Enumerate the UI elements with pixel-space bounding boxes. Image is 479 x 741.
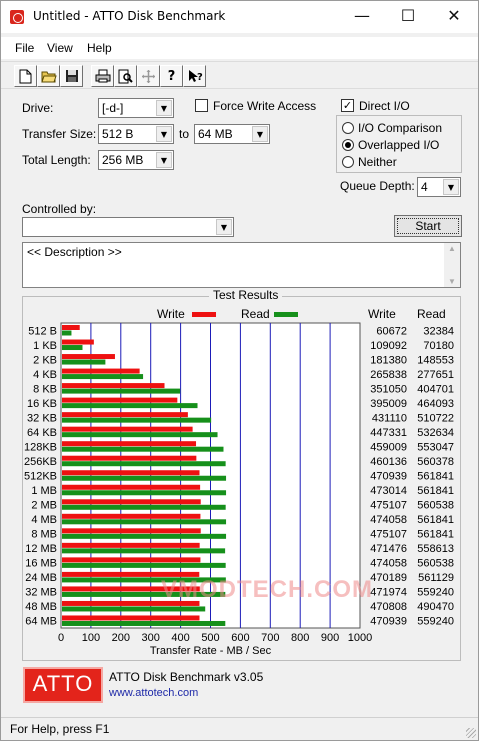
move-icon[interactable] xyxy=(137,65,160,87)
start-button-label: Start xyxy=(397,218,459,234)
queue-depth-value: 4 xyxy=(421,180,428,194)
to-label: to xyxy=(179,127,190,141)
version-text: ATTO Disk Benchmark v3.05 xyxy=(109,670,264,684)
write-legend-label: Write xyxy=(157,307,185,321)
overlapped-io-label: Overlapped I/O xyxy=(358,138,440,152)
read-column-header: Read xyxy=(417,307,446,321)
chevron-down-icon[interactable]: ▼ xyxy=(216,219,232,235)
status-bar: For Help, press F1 xyxy=(1,717,478,740)
total-length-select[interactable]: 256 MB ▼ xyxy=(98,150,174,170)
minimize-button[interactable]: — xyxy=(339,1,385,33)
write-legend-swatch xyxy=(192,312,216,317)
chevron-down-icon[interactable]: ▼ xyxy=(443,179,459,195)
controlled-by-select[interactable]: ▼ xyxy=(22,217,234,237)
status-text: For Help, press F1 xyxy=(10,722,110,736)
save-icon[interactable] xyxy=(60,65,83,87)
new-icon[interactable] xyxy=(14,65,37,87)
neither-radio[interactable] xyxy=(342,156,354,168)
controlled-by-label: Controlled by: xyxy=(22,202,97,216)
scroll-down-icon[interactable]: ▼ xyxy=(448,277,456,286)
io-comparison-radio[interactable] xyxy=(342,122,354,134)
total-length-value: 256 MB xyxy=(102,153,144,167)
read-legend-swatch xyxy=(274,312,298,317)
force-write-checkbox[interactable] xyxy=(195,99,208,112)
chevron-down-icon[interactable]: ▼ xyxy=(156,100,172,116)
maximize-button[interactable]: ☐ xyxy=(385,1,431,33)
watermark: VMODTECH.COM xyxy=(161,576,373,603)
print-preview-icon[interactable] xyxy=(114,65,137,87)
close-button[interactable]: ✕ xyxy=(431,1,477,33)
transfer-from-value: 512 B xyxy=(102,127,134,141)
chevron-down-icon[interactable]: ▼ xyxy=(156,126,172,142)
svg-text:?: ? xyxy=(197,72,203,83)
description-text: << Description >> xyxy=(27,245,122,259)
transfer-from-select[interactable]: 512 B ▼ xyxy=(98,124,174,144)
help-icon[interactable]: ? xyxy=(160,65,183,87)
resize-grip[interactable] xyxy=(466,728,476,738)
force-write-label: Force Write Access xyxy=(213,99,317,113)
description-scrollbar[interactable]: ▲ ▼ xyxy=(444,243,460,287)
transfer-to-value: 64 MB xyxy=(198,127,233,141)
direct-io-checkbox[interactable]: ✓ xyxy=(341,99,354,112)
start-button[interactable]: Start xyxy=(394,215,462,237)
overlapped-io-radio[interactable] xyxy=(342,139,354,151)
menu-file[interactable]: File xyxy=(15,41,34,55)
app-window: Untitled - ATTO Disk Benchmark — ☐ ✕ Fil… xyxy=(0,0,479,741)
queue-depth-select[interactable]: 4 ▼ xyxy=(417,177,461,197)
toolbar: ? ? xyxy=(1,61,478,89)
app-icon xyxy=(10,10,24,24)
neither-label: Neither xyxy=(358,155,397,169)
transfer-to-select[interactable]: 64 MB ▼ xyxy=(194,124,270,144)
queue-depth-label: Queue Depth: xyxy=(340,179,415,193)
test-results-group: Test Results xyxy=(22,288,461,661)
read-legend-label: Read xyxy=(241,307,270,321)
menu-view[interactable]: View xyxy=(47,41,73,55)
io-comparison-label: I/O Comparison xyxy=(358,121,443,135)
drive-value: [-d-] xyxy=(102,101,124,115)
website-link[interactable]: www.attotech.com xyxy=(109,687,198,699)
description-textarea[interactable]: << Description >> ▲ ▼ xyxy=(22,242,461,288)
menu-help[interactable]: Help xyxy=(87,41,112,55)
chevron-down-icon[interactable]: ▼ xyxy=(156,152,172,168)
print-icon[interactable] xyxy=(91,65,114,87)
test-results-title: Test Results xyxy=(209,288,283,302)
direct-io-label: Direct I/O xyxy=(359,99,410,113)
title-bar: Untitled - ATTO Disk Benchmark — ☐ ✕ xyxy=(1,1,478,33)
transfer-size-label: Transfer Size: xyxy=(22,127,97,141)
open-icon[interactable] xyxy=(37,65,60,87)
atto-logo: ATTO xyxy=(23,667,103,703)
drive-label: Drive: xyxy=(22,101,54,115)
context-help-icon[interactable]: ? xyxy=(183,65,206,87)
menu-bar: File View Help xyxy=(1,37,478,59)
chevron-down-icon[interactable]: ▼ xyxy=(252,126,268,142)
drive-select[interactable]: [-d-] ▼ xyxy=(98,98,174,118)
scroll-up-icon[interactable]: ▲ xyxy=(448,244,456,253)
total-length-label: Total Length: xyxy=(22,153,91,167)
window-title: Untitled - ATTO Disk Benchmark xyxy=(33,9,226,23)
write-column-header: Write xyxy=(368,307,396,321)
